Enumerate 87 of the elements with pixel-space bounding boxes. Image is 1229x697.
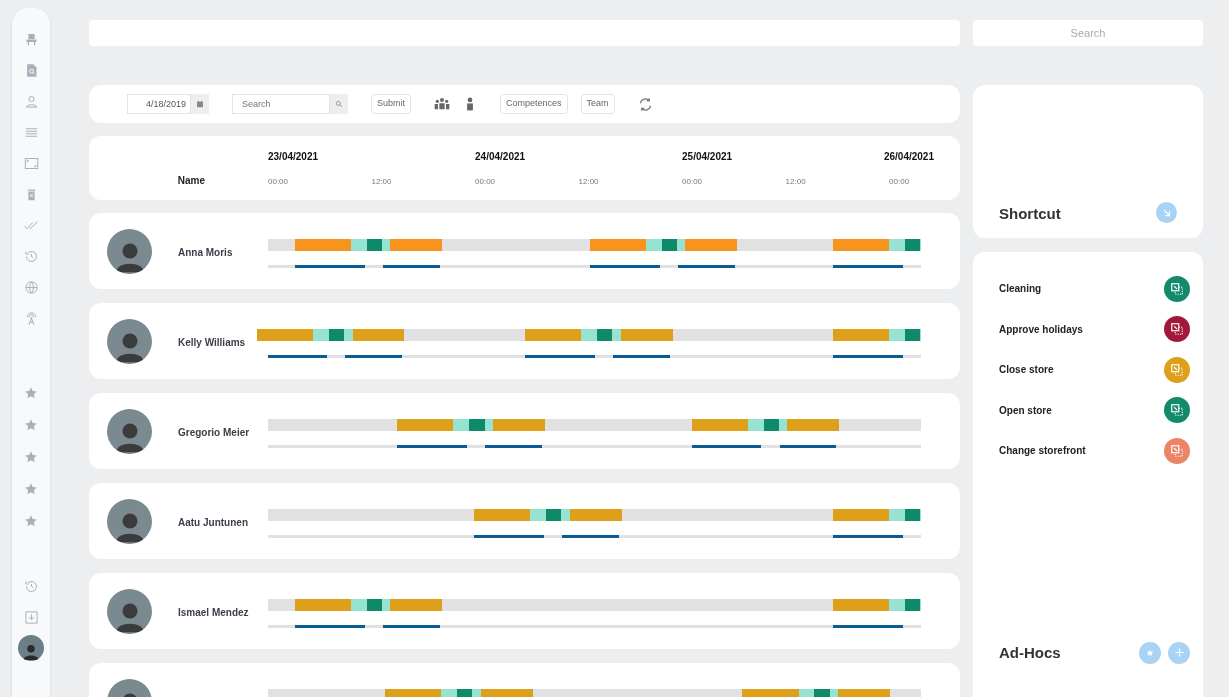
calendar-icon	[196, 100, 204, 108]
star-icon[interactable]	[24, 450, 38, 464]
coverage-line	[294, 264, 365, 268]
copy-icon	[1170, 281, 1184, 296]
time-label: 00:00	[682, 176, 703, 188]
coverage-line	[833, 264, 903, 268]
star-icon[interactable]	[24, 418, 38, 432]
user-avatar[interactable]	[18, 635, 44, 661]
card-title: Ad-Hocs	[999, 642, 1061, 663]
date-label: 26/04/2021	[883, 150, 934, 164]
coverage-line	[691, 444, 762, 448]
action-label[interactable]: Open store	[999, 402, 1052, 418]
coverage-line	[382, 624, 440, 628]
favorite-button[interactable]	[1139, 641, 1161, 664]
shortcut-button[interactable]	[1156, 202, 1177, 223]
download-icon[interactable]	[23, 610, 39, 625]
coverage-line	[382, 264, 440, 268]
calendar-button[interactable]	[191, 94, 209, 114]
add-button[interactable]	[1168, 641, 1190, 664]
coverage-line	[344, 354, 402, 358]
search-icon	[335, 100, 343, 108]
globe-icon[interactable]	[23, 280, 39, 295]
action-label[interactable]: Cleaning	[999, 281, 1042, 296]
action-label[interactable]: Change storefront	[999, 443, 1086, 458]
action-button[interactable]	[1164, 316, 1190, 342]
list-icon[interactable]	[23, 125, 39, 140]
team-button[interactable]: Team	[580, 94, 615, 114]
action-button[interactable]	[1164, 275, 1190, 302]
history-icon[interactable]	[23, 249, 39, 264]
action-label[interactable]: Approve holidays	[999, 321, 1083, 337]
copy-icon	[1170, 403, 1184, 417]
card-title: Shortcut	[999, 203, 1061, 224]
time-label: 12:00	[578, 176, 599, 188]
coverage-line	[525, 354, 595, 358]
action-label[interactable]: Close store	[999, 362, 1054, 377]
time-label: 12:00	[371, 176, 392, 188]
time-label: 00:00	[268, 176, 289, 188]
competences-button[interactable]: Competences	[500, 94, 568, 114]
employee-name: Aatu Juntunen	[178, 517, 248, 528]
coverage-line	[779, 444, 837, 448]
image-frame-icon[interactable]	[23, 156, 39, 171]
avatar	[107, 228, 152, 274]
copy-icon	[1170, 362, 1184, 377]
coverage-line	[589, 264, 660, 268]
employee-name: Anna Moris	[178, 247, 233, 258]
coverage-line	[485, 444, 543, 448]
avatar	[107, 318, 152, 364]
coverage-line	[613, 354, 670, 358]
submit-button[interactable]: Submit	[371, 94, 411, 114]
action-button[interactable]	[1164, 397, 1190, 423]
search-button[interactable]	[330, 94, 348, 114]
search-field[interactable]: Search	[973, 20, 1203, 46]
arrow-icon	[1161, 207, 1172, 218]
date-label: 23/04/2021	[268, 150, 319, 164]
star-icon[interactable]	[24, 482, 38, 496]
search-field[interactable]: Search	[232, 94, 330, 114]
star-icon[interactable]	[24, 514, 38, 528]
time-label: 12:00	[785, 176, 806, 188]
coverage-line	[397, 444, 468, 448]
coverage-line	[562, 534, 620, 538]
star-icon[interactable]	[24, 386, 38, 400]
coverage-line	[474, 534, 544, 538]
time-label: 00:00	[475, 176, 496, 188]
avatar	[107, 498, 152, 544]
history-icon[interactable]	[23, 579, 39, 594]
date-field[interactable]: 4/18/2019	[127, 94, 191, 114]
plus-icon	[1173, 647, 1185, 659]
refresh-icon[interactable]	[637, 96, 653, 112]
employee-name: Gregorio Meier	[178, 427, 250, 438]
coverage-line	[294, 624, 365, 628]
group-icon[interactable]	[434, 96, 450, 112]
column-header: Name	[177, 174, 205, 188]
coverage-line	[833, 534, 903, 538]
copy-icon	[1170, 322, 1184, 336]
employee-name: Kelly Williams	[178, 337, 246, 348]
coverage-line	[833, 354, 903, 358]
star-icon	[1146, 648, 1154, 657]
employee-name: Ismael Mendez	[178, 607, 249, 618]
date-label: 25/04/2021	[682, 150, 733, 164]
coverage-line	[833, 624, 903, 628]
date-label: 24/04/2021	[475, 150, 526, 164]
avatar	[107, 588, 152, 634]
coverage-line	[677, 264, 735, 268]
copy-icon	[1170, 443, 1184, 458]
time-label: 00:00	[889, 176, 910, 188]
coverage-line	[268, 354, 327, 358]
avatar	[107, 408, 152, 454]
